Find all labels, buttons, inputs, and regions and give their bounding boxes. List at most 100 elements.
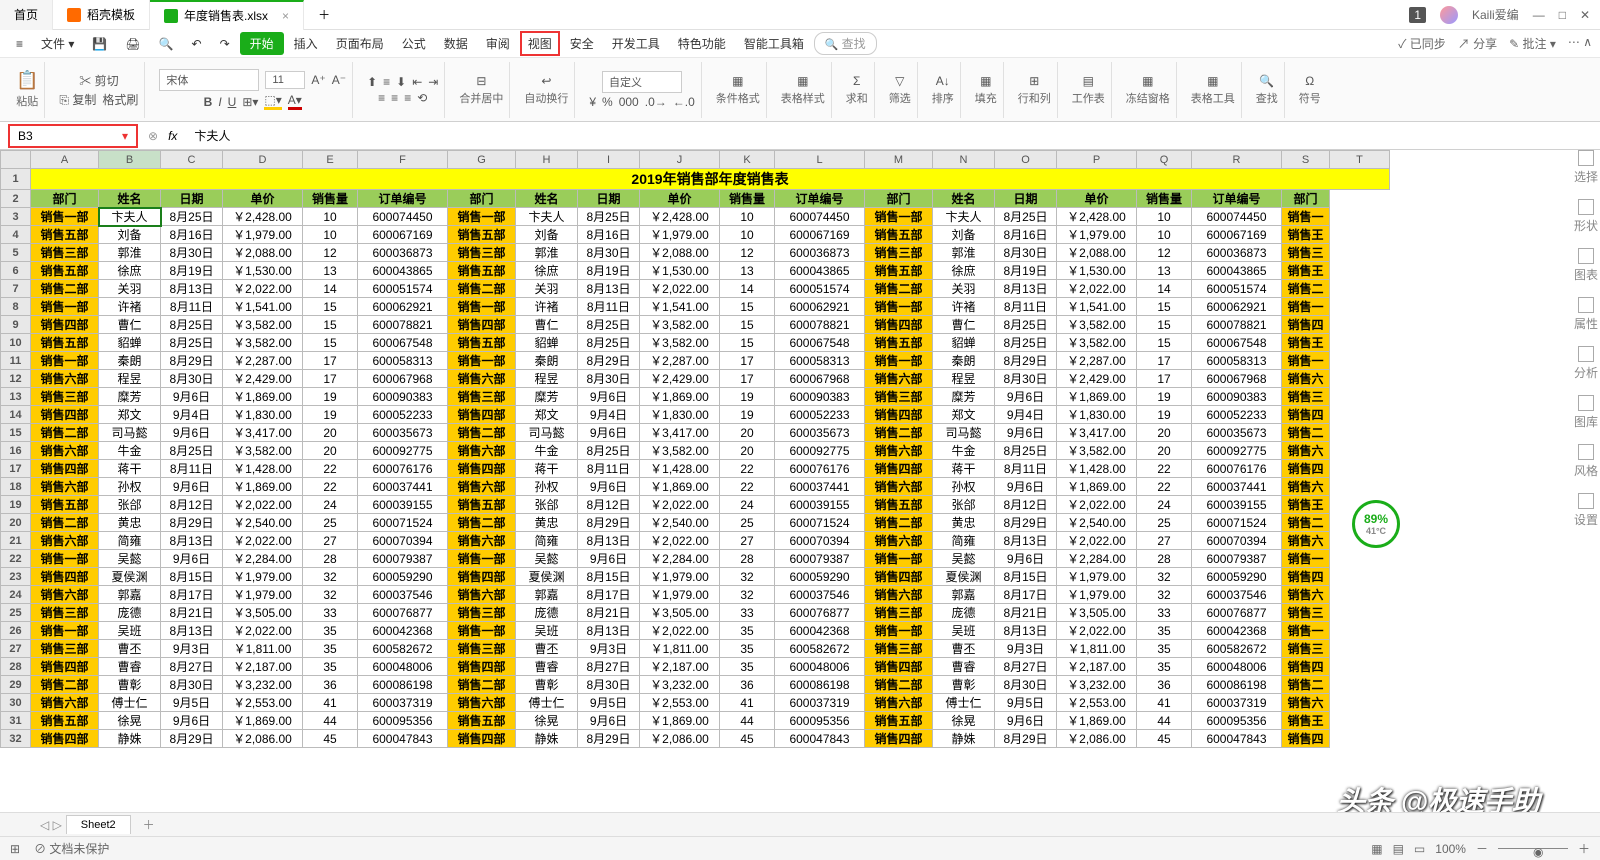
new-tab-button[interactable]: ＋ — [304, 0, 344, 30]
align-center[interactable]: ≡ — [391, 91, 398, 105]
view-reading-icon[interactable]: ▭ — [1414, 842, 1425, 856]
protect-status[interactable]: ⊘ 文档未保护 — [34, 840, 109, 857]
percent-icon[interactable]: % — [602, 95, 613, 109]
indent-dec[interactable]: ⇤ — [412, 75, 422, 89]
spreadsheet-grid[interactable]: ABCDEFGHIJKLMNOPQRST12019年销售部年度销售表2部门姓名日… — [0, 150, 1390, 748]
view-page-icon[interactable]: ▤ — [1393, 842, 1404, 856]
close-icon[interactable]: × — [282, 9, 289, 23]
tab-home[interactable]: 首页 — [0, 0, 53, 30]
find-icon[interactable]: 🔍 — [1259, 74, 1274, 88]
menu-dev[interactable]: 开发工具 — [604, 31, 668, 56]
add-sheet-button[interactable]: ＋ — [135, 816, 163, 833]
painter-button[interactable]: 格式刷 — [102, 91, 138, 108]
orient-button[interactable]: ⟲ — [417, 91, 427, 105]
qat-undo[interactable]: ↶ — [184, 33, 210, 55]
fontsize-select[interactable]: 11 — [265, 71, 305, 89]
grow-font-icon[interactable]: A⁺ — [311, 73, 325, 87]
font-select[interactable]: 宋体 — [159, 69, 259, 91]
menu-formula[interactable]: 公式 — [394, 31, 434, 56]
menu-review[interactable]: 审阅 — [478, 31, 518, 56]
rpanel-style[interactable]: 风格 — [1574, 444, 1598, 479]
name-box[interactable]: B3▾ — [8, 124, 138, 148]
sheet-tabs: ◁ ▷ Sheet2 ＋ — [0, 812, 1600, 836]
zoom-out[interactable]: － — [1476, 840, 1488, 857]
menu-file[interactable]: 文件 ▾ — [33, 31, 82, 56]
align-right[interactable]: ≡ — [404, 91, 411, 105]
sum-icon[interactable]: Σ — [853, 74, 860, 88]
menu-special[interactable]: 特色功能 — [670, 31, 734, 56]
indent-inc[interactable]: ⇥ — [428, 75, 438, 89]
formula-input[interactable]: 卞夫人 — [187, 123, 1592, 148]
tab-template[interactable]: 稻壳模板 — [53, 0, 150, 30]
rpanel-gallery[interactable]: 图库 — [1574, 395, 1598, 430]
minimize-icon[interactable]: — — [1533, 8, 1545, 22]
freeze-icon[interactable]: ▦ — [1142, 74, 1153, 88]
menu-insert[interactable]: 插入 — [286, 31, 326, 56]
rpanel-select[interactable]: 选择 — [1574, 150, 1598, 185]
filter-icon[interactable]: ▽ — [895, 74, 904, 88]
collapse-ribbon-icon[interactable]: ⋯ ∧ — [1568, 35, 1592, 52]
badge-1: 1 — [1409, 7, 1426, 23]
rpanel-settings[interactable]: 设置 — [1574, 493, 1598, 528]
rpanel-prop[interactable]: 属性 — [1574, 297, 1598, 332]
close-window-icon[interactable]: ✕ — [1580, 8, 1590, 22]
dec-inc-icon[interactable]: .0→ — [645, 95, 667, 109]
menu-security[interactable]: 安全 — [562, 31, 602, 56]
menu-back[interactable]: ≡ — [8, 33, 31, 55]
rpanel-shape[interactable]: 形状 — [1574, 199, 1598, 234]
menu-search[interactable]: 🔍 查找 — [814, 32, 877, 55]
rpanel-analysis[interactable]: 分析 — [1574, 346, 1598, 381]
paste-icon[interactable]: 📋 — [16, 70, 38, 91]
tbltool-icon[interactable]: ▦ — [1207, 74, 1218, 88]
align-mid[interactable]: ≡ — [383, 75, 390, 89]
fill-icon[interactable]: ▦ — [980, 74, 991, 88]
qat-save[interactable]: 💾 — [84, 33, 115, 55]
avatar[interactable] — [1440, 6, 1458, 24]
wrap-icon[interactable]: ↩ — [541, 74, 551, 88]
sheet-tab[interactable]: Sheet2 — [66, 815, 131, 834]
menu-start[interactable]: 开始 — [240, 32, 284, 55]
condfmt-icon[interactable]: ▦ — [732, 74, 743, 88]
fontcolor-button[interactable]: A▾ — [288, 93, 302, 110]
italic-button[interactable]: I — [218, 95, 221, 109]
sheet-icon-btn[interactable]: ▤ — [1083, 74, 1094, 88]
border-button[interactable]: ⊞▾ — [242, 95, 258, 109]
currency-icon[interactable]: ¥ — [589, 95, 596, 109]
fx-cancel[interactable]: ⊗ — [148, 129, 158, 143]
align-left[interactable]: ≡ — [378, 91, 385, 105]
underline-button[interactable]: U — [228, 95, 237, 109]
tab-workbook[interactable]: 年度销售表.xlsx× — [150, 0, 304, 30]
menu-data[interactable]: 数据 — [436, 31, 476, 56]
fillcolor-button[interactable]: ⬚▾ — [264, 93, 281, 110]
sheet-nav[interactable]: ◁ ▷ — [40, 818, 62, 832]
rowcol-icon[interactable]: ⊞ — [1029, 74, 1039, 88]
maximize-icon[interactable]: □ — [1559, 8, 1566, 22]
shrink-font-icon[interactable]: A⁻ — [332, 73, 346, 87]
bold-button[interactable]: B — [204, 95, 213, 109]
numfmt-select[interactable]: 自定义 — [602, 71, 682, 93]
merge-icon[interactable]: ⊟ — [476, 74, 486, 88]
zoom-slider[interactable]: ◉ — [1498, 848, 1568, 849]
menu-ai[interactable]: 智能工具箱 — [736, 31, 812, 56]
dec-dec-icon[interactable]: ←.0 — [673, 95, 695, 109]
align-top[interactable]: ⬆ — [367, 75, 377, 89]
view-normal-icon[interactable]: ▦ — [1371, 842, 1382, 856]
share-button[interactable]: ↗ 分享 — [1458, 35, 1497, 52]
comment-button[interactable]: ✎ 批注 ▾ — [1509, 35, 1556, 52]
symbol-icon[interactable]: Ω — [1305, 74, 1314, 88]
menu-view[interactable]: 视图 — [520, 31, 560, 56]
qat-redo[interactable]: ↷ — [212, 33, 238, 55]
tblstyle-icon[interactable]: ▦ — [797, 74, 808, 88]
qat-preview[interactable]: 🔍 — [151, 33, 182, 55]
qat-print[interactable]: 🖨 — [117, 33, 148, 55]
title-bar: 首页 稻壳模板 年度销售表.xlsx× ＋ 1 Kaili爱编 — □ ✕ — [0, 0, 1600, 30]
comma-icon[interactable]: 000 — [619, 95, 639, 109]
sync-status[interactable]: ✓ 已同步 — [1398, 35, 1446, 52]
copy-button[interactable]: ⎘ 复制 — [59, 91, 96, 108]
rpanel-chart[interactable]: 图表 — [1574, 248, 1598, 283]
sort-icon[interactable]: A↓ — [936, 74, 950, 88]
menu-layout[interactable]: 页面布局 — [328, 31, 392, 56]
zoom-in[interactable]: ＋ — [1578, 840, 1590, 857]
align-bot[interactable]: ⬇ — [396, 75, 406, 89]
cut-button[interactable]: ✂ 剪切 — [79, 72, 118, 89]
